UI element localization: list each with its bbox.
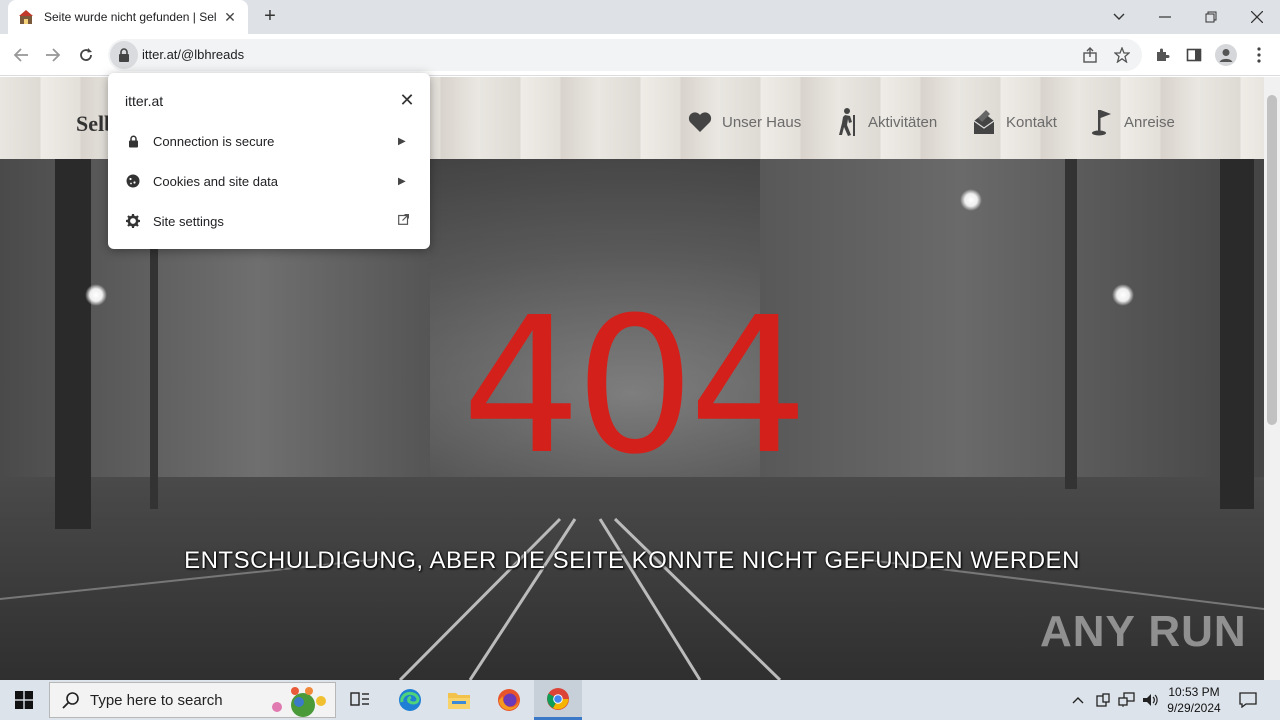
site-settings-row[interactable]: Site settings bbox=[108, 201, 430, 241]
restore-icon[interactable] bbox=[1188, 0, 1234, 34]
taskbar-search-box[interactable]: Type here to search bbox=[49, 682, 336, 718]
nav-label: Unser Haus bbox=[722, 113, 802, 131]
notification-center-icon[interactable] bbox=[1234, 680, 1262, 720]
mail-icon bbox=[973, 110, 995, 134]
firefox-icon[interactable] bbox=[485, 680, 533, 720]
clock-time: 10:53 PM bbox=[1168, 685, 1220, 699]
nav-aktivitaeten[interactable]: Aktivitäten bbox=[834, 107, 937, 137]
gear-icon bbox=[126, 214, 140, 228]
device-icon[interactable] bbox=[1092, 680, 1114, 720]
cookies-site-data-row[interactable]: Cookies and site data ▶ bbox=[108, 161, 430, 201]
scrollbar-thumb[interactable] bbox=[1267, 95, 1277, 425]
forward-icon[interactable] bbox=[40, 42, 66, 68]
connection-secure-row[interactable]: Connection is secure ▶ bbox=[108, 121, 430, 161]
popup-hostname: itter.at bbox=[125, 93, 164, 109]
external-link-icon bbox=[398, 213, 410, 228]
cookie-icon bbox=[126, 174, 140, 188]
profile-avatar-icon[interactable] bbox=[1213, 42, 1239, 68]
address-bar[interactable]: itter.at/@lbhreads bbox=[108, 39, 1142, 71]
minimize-icon[interactable] bbox=[1142, 0, 1188, 34]
lock-icon bbox=[126, 134, 140, 148]
share-icon[interactable] bbox=[1077, 42, 1103, 68]
url-text: itter.at/@lbhreads bbox=[142, 47, 245, 62]
side-panel-icon[interactable] bbox=[1181, 42, 1207, 68]
nav-anreise[interactable]: Anreise bbox=[1090, 107, 1175, 137]
volume-icon[interactable] bbox=[1140, 680, 1162, 720]
tab-strip: Seite wurde nicht gefunden | Sel ✕ + bbox=[0, 0, 1280, 34]
file-explorer-icon[interactable] bbox=[435, 680, 483, 720]
search-highlight-graphic bbox=[272, 687, 326, 717]
error-code: 404 bbox=[461, 277, 809, 496]
site-info-popup: itter.at ✕ Connection is secure ▶ Cookie… bbox=[108, 73, 430, 249]
popup-close-icon[interactable]: ✕ bbox=[398, 91, 416, 109]
browser-tab[interactable]: Seite wurde nicht gefunden | Sel ✕ bbox=[8, 0, 248, 34]
nav-label: Kontakt bbox=[1006, 113, 1057, 131]
network-icon[interactable] bbox=[1116, 680, 1138, 720]
close-window-icon[interactable] bbox=[1234, 0, 1280, 34]
clock-date: 9/29/2024 bbox=[1167, 701, 1221, 715]
windows-start-icon[interactable] bbox=[0, 680, 48, 720]
error-message: ENTSCHULDIGUNG, ABER DIE SEITE KONNTE NI… bbox=[184, 547, 1080, 574]
back-icon[interactable] bbox=[8, 42, 34, 68]
flag-icon bbox=[1092, 110, 1111, 136]
windows-taskbar: Type here to search 10:53 PM 9/29/2024 bbox=[0, 680, 1280, 720]
chevron-right-icon: ▶ bbox=[398, 135, 406, 147]
tab-close-icon[interactable]: ✕ bbox=[222, 9, 238, 26]
row-label: Connection is secure bbox=[153, 133, 275, 149]
chrome-icon[interactable] bbox=[534, 680, 582, 720]
search-icon bbox=[62, 692, 79, 709]
reload-icon[interactable] bbox=[73, 42, 99, 68]
nav-label: Anreise bbox=[1124, 113, 1175, 131]
bookmark-star-icon[interactable] bbox=[1109, 42, 1135, 68]
new-tab-button[interactable]: + bbox=[258, 6, 282, 28]
hiker-icon bbox=[839, 108, 855, 136]
heart-icon bbox=[688, 112, 712, 132]
page-scrollbar[interactable] bbox=[1264, 77, 1280, 680]
anyrun-watermark: ANY RUN bbox=[1040, 607, 1247, 656]
site-favicon-icon bbox=[19, 10, 33, 24]
browser-toolbar: itter.at/@lbhreads bbox=[0, 34, 1280, 76]
chevron-right-icon: ▶ bbox=[398, 175, 406, 187]
nav-kontakt[interactable]: Kontakt bbox=[972, 107, 1057, 137]
lock-icon[interactable] bbox=[110, 41, 138, 69]
row-label: Cookies and site data bbox=[153, 173, 279, 189]
search-placeholder: Type here to search bbox=[90, 691, 223, 709]
streetlight-right-top bbox=[960, 189, 982, 211]
system-clock[interactable]: 10:53 PM 9/29/2024 bbox=[1162, 684, 1226, 716]
menu-kebab-icon[interactable] bbox=[1246, 42, 1272, 68]
extensions-icon[interactable] bbox=[1149, 42, 1175, 68]
tab-title: Seite wurde nicht gefunden | Sel bbox=[44, 10, 217, 24]
nav-label: Aktivitäten bbox=[868, 113, 938, 131]
show-hidden-icons-icon[interactable] bbox=[1068, 680, 1088, 720]
edge-browser-icon[interactable] bbox=[386, 680, 434, 720]
nav-unser-haus[interactable]: Unser Haus bbox=[688, 107, 801, 137]
row-label: Site settings bbox=[153, 213, 224, 229]
tab-search-icon[interactable] bbox=[1096, 0, 1142, 34]
task-view-icon[interactable] bbox=[336, 680, 384, 720]
